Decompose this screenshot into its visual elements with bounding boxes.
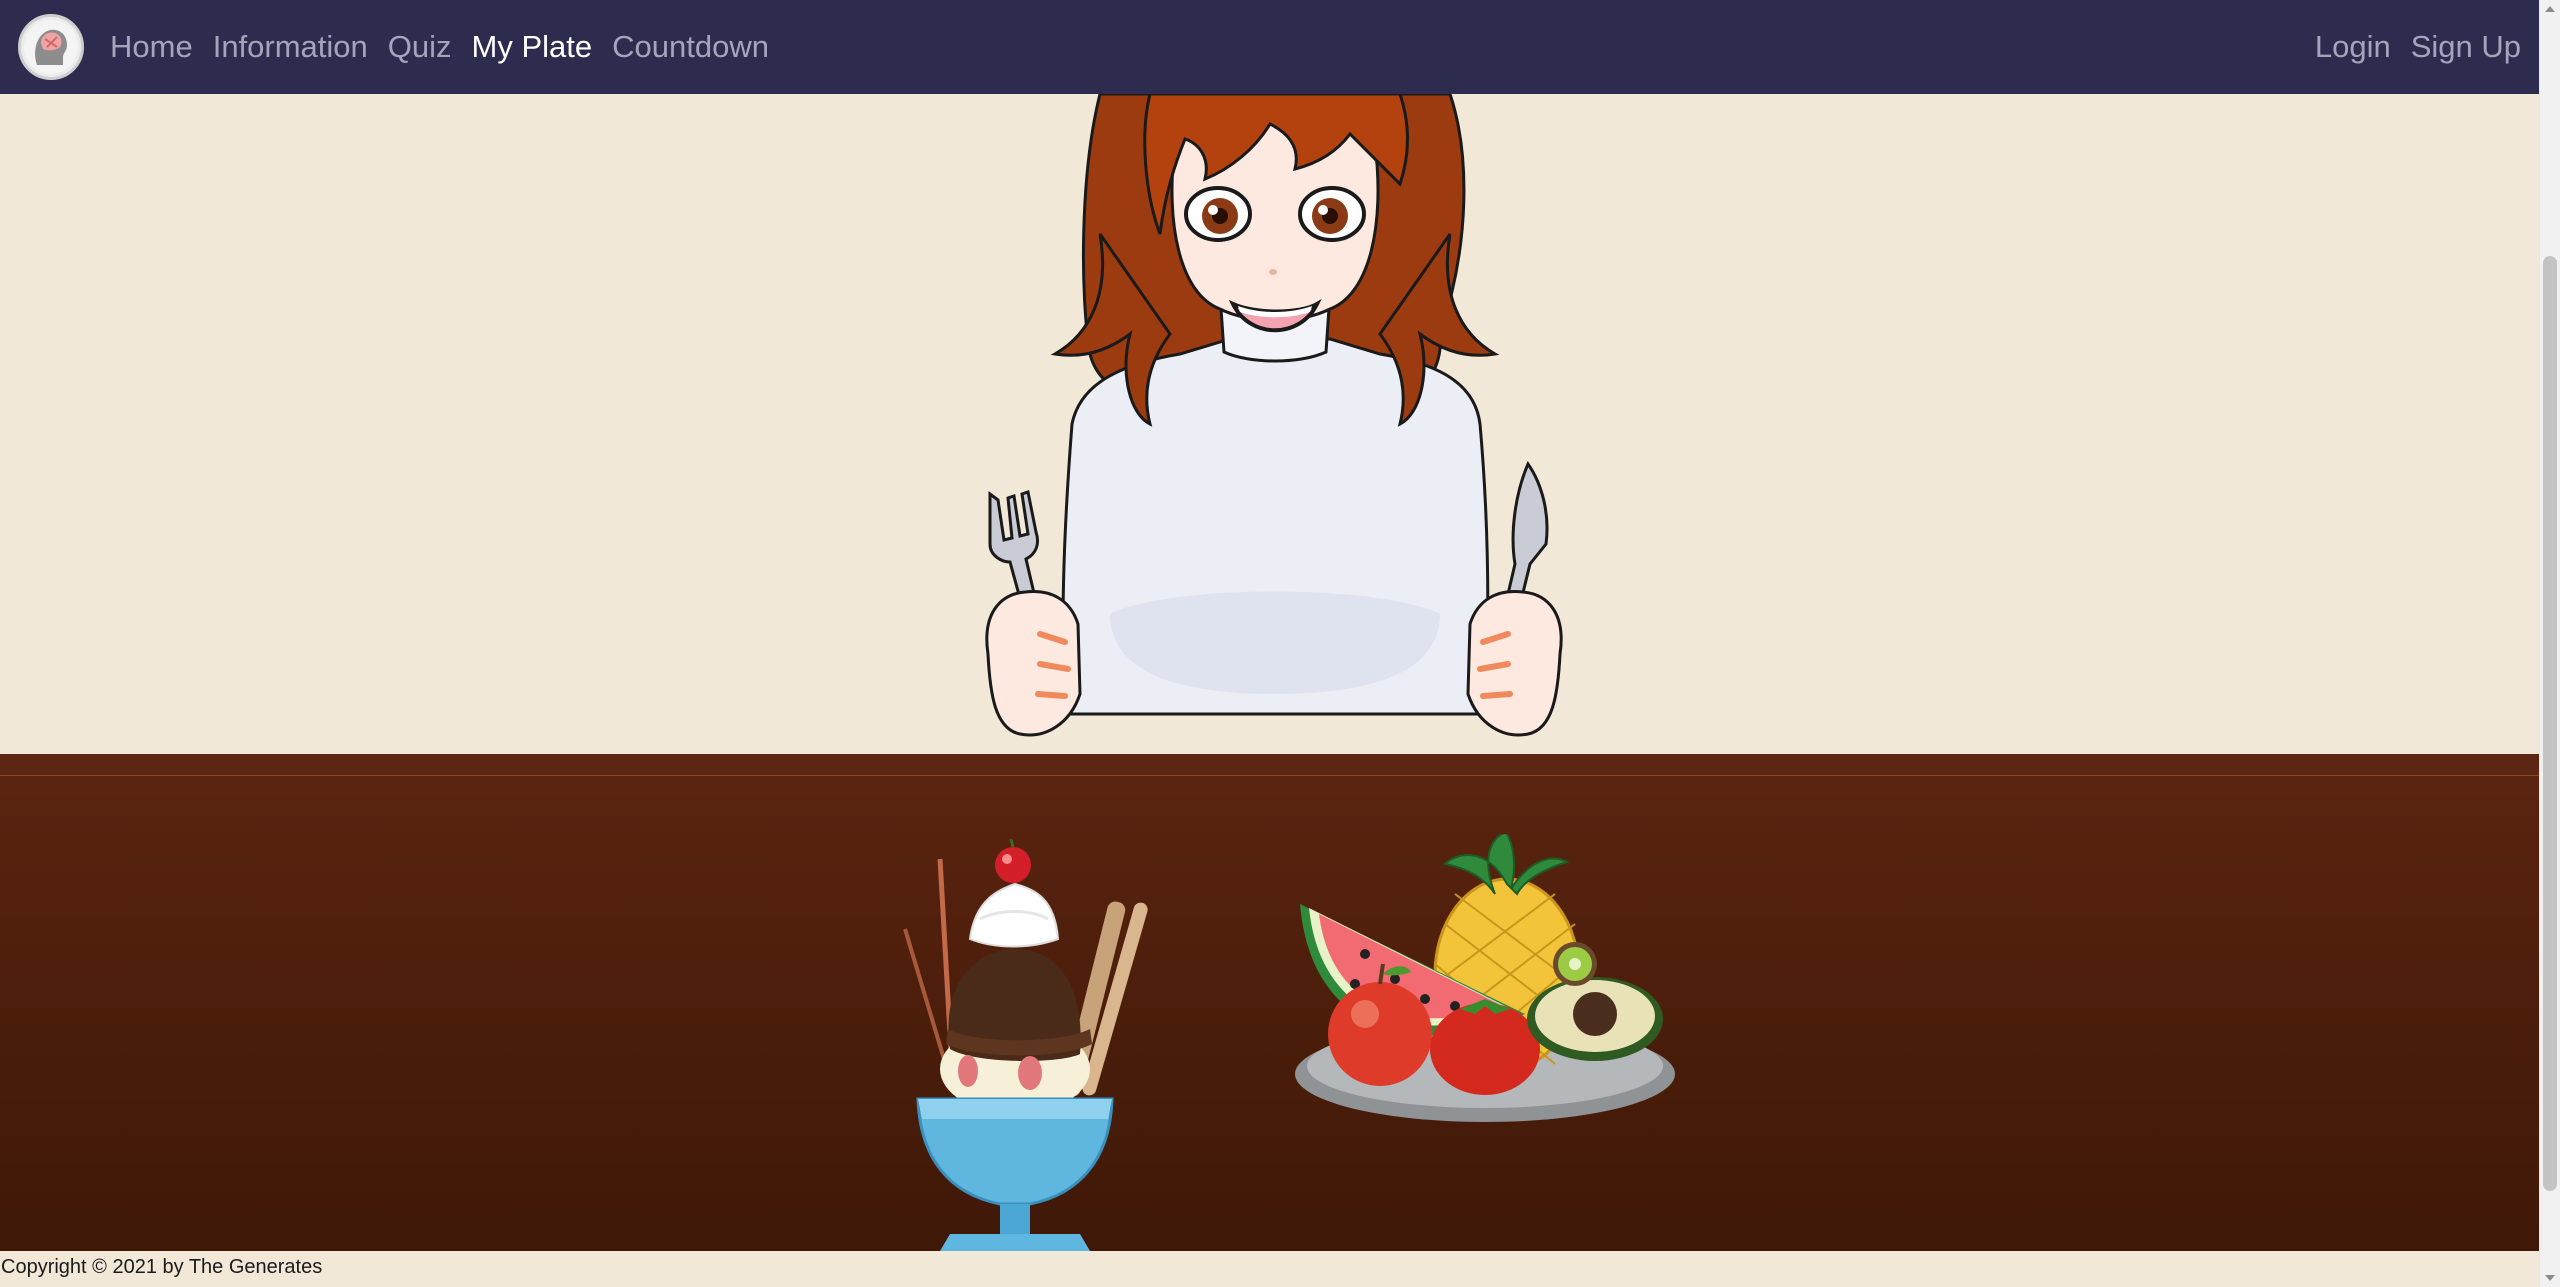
nav-my-plate[interactable]: My Plate	[472, 29, 593, 65]
brain-head-logo-icon	[24, 20, 78, 74]
table-edge	[0, 754, 2539, 776]
plate-scene	[0, 94, 2539, 1251]
fruit-plate-icon[interactable]	[1285, 834, 1685, 1124]
scroll-thumb[interactable]	[2543, 256, 2557, 1191]
signup-link[interactable]: Sign Up	[2411, 29, 2521, 65]
nav-countdown[interactable]: Countdown	[612, 29, 769, 65]
nav-information[interactable]: Information	[213, 29, 368, 65]
page-scrollbar[interactable]	[2539, 0, 2560, 1287]
login-link[interactable]: Login	[2315, 29, 2391, 65]
logo-home-link[interactable]	[18, 14, 84, 80]
ice-cream-sundae-icon[interactable]	[880, 839, 1170, 1251]
nav-quiz[interactable]: Quiz	[388, 29, 452, 65]
table-surface	[0, 776, 2539, 1251]
nav-home[interactable]: Home	[110, 29, 193, 65]
auth-links: Login Sign Up	[2305, 29, 2531, 65]
scroll-down-arrow-icon[interactable]	[2545, 1275, 2555, 1281]
scroll-up-arrow-icon[interactable]	[2545, 6, 2555, 12]
top-navbar: Home Information Quiz My Plate Countdown…	[0, 0, 2539, 94]
footer-copyright: Copyright © 2021 by The Generates	[0, 1251, 2539, 1287]
anime-girl-with-fork-and-knife-icon	[985, 94, 1563, 737]
